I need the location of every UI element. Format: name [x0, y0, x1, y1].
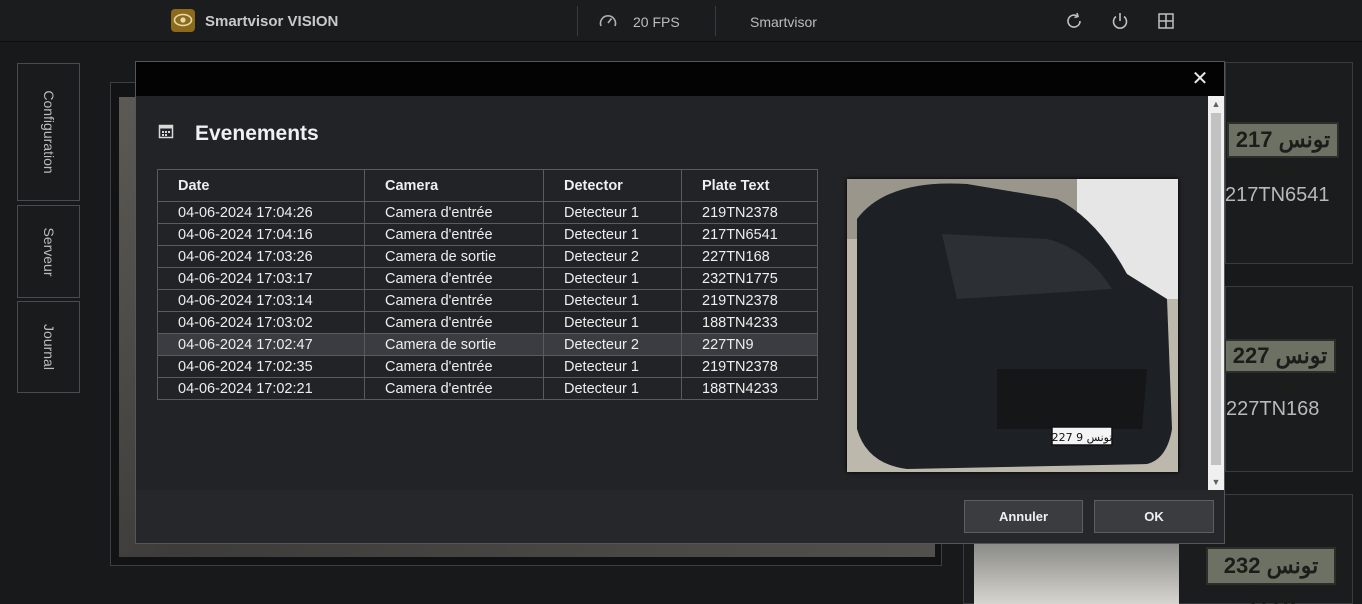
table-row[interactable]: 04-06-2024 17:02:47 Camera de sortie Detec…	[157, 333, 818, 356]
cell-date: 04-06-2024 17:04:26	[157, 201, 365, 224]
vehicle-snapshot: 227 تونس 9	[847, 179, 1178, 472]
cell-camera: Camera d'entrée	[364, 289, 544, 312]
detection-card[interactable]: 217 تونس 6541 217TN6541	[1225, 62, 1353, 264]
cell-plate-text: 227TN168	[681, 245, 818, 268]
table-row[interactable]: 04-06-2024 17:04:26 Camera d'entrée Detect…	[157, 201, 818, 224]
table-row[interactable]: 04-06-2024 17:04:16 Camera d'entrée Detect…	[157, 223, 818, 246]
column-header-date[interactable]: Date	[157, 169, 365, 202]
cell-plate-text: 227TN9	[681, 333, 818, 356]
cell-date: 04-06-2024 17:03:02	[157, 311, 365, 334]
column-header-camera[interactable]: Camera	[364, 169, 544, 202]
cell-camera: Camera d'entrée	[364, 377, 544, 400]
cell-detector: Detecteur 1	[543, 289, 682, 312]
cell-date: 04-06-2024 17:02:21	[157, 377, 365, 400]
cell-detector: Detecteur 2	[543, 245, 682, 268]
plate-image: 232 تونس 1775	[1206, 547, 1336, 604]
server-name: Smartvisor	[750, 14, 817, 30]
cell-detector: Detecteur 1	[543, 201, 682, 224]
nav-label: Journal	[40, 324, 57, 370]
cell-detector: Detecteur 1	[543, 311, 682, 334]
cell-plate-text: 188TN4233	[681, 311, 818, 334]
cell-date: 04-06-2024 17:04:16	[157, 223, 365, 246]
nav-journal[interactable]: Journal	[17, 301, 80, 393]
divider	[715, 6, 716, 36]
table-row[interactable]: 04-06-2024 17:02:35 Camera d'entrée Detect…	[157, 355, 818, 378]
cell-plate-text: 219TN2378	[681, 201, 818, 224]
cell-date: 04-06-2024 17:03:17	[157, 267, 365, 290]
grid-layout-icon[interactable]	[1156, 11, 1176, 31]
vehicle-plate-text: 227 تونس 9	[1052, 431, 1113, 444]
cell-date: 04-06-2024 17:03:26	[157, 245, 365, 268]
cancel-button[interactable]: Annuler	[964, 500, 1083, 533]
cell-camera: Camera de sortie	[364, 245, 544, 268]
scroll-thumb[interactable]	[1211, 113, 1221, 465]
column-header-plate-text[interactable]: Plate Text	[681, 169, 818, 202]
cell-date: 04-06-2024 17:02:35	[157, 355, 365, 378]
nav-label: Serveur	[40, 226, 57, 277]
table-row[interactable]: 04-06-2024 17:03:02 Camera d'entrée Detect…	[157, 311, 818, 334]
eye-logo-icon	[171, 9, 195, 32]
table-row[interactable]: 04-06-2024 17:03:26 Camera de sortie Detec…	[157, 245, 818, 268]
dialog-titlebar: ✕	[136, 62, 1224, 96]
table-row[interactable]: 04-06-2024 17:03:14 Camera d'entrée Detect…	[157, 289, 818, 312]
dialog-title: Evenements	[195, 122, 319, 145]
plate-image: 227 تونس 168	[1224, 339, 1336, 398]
cell-camera: Camera de sortie	[364, 333, 544, 356]
scroll-down-arrow[interactable]: ▼	[1208, 474, 1224, 490]
app-window: Smartvisor VISION 20 FPS Smartvisor Conf…	[0, 0, 1362, 604]
fps-readout: 20 FPS	[633, 14, 680, 30]
cell-date: 04-06-2024 17:02:47	[157, 333, 365, 356]
ok-button[interactable]: OK	[1094, 500, 1214, 533]
dialog-footer: Annuler OK	[136, 490, 1224, 543]
detection-card[interactable]: 227 تونس 168 227TN168	[1224, 286, 1353, 472]
vertical-scrollbar[interactable]: ▲ ▼	[1208, 96, 1224, 490]
dialog-body: Evenements Date Camera Detector Plate Te…	[136, 96, 1208, 490]
events-table: Date Camera Detector Plate Text 04-06-20…	[157, 169, 818, 400]
speedometer-icon	[598, 12, 618, 35]
cell-camera: Camera d'entrée	[364, 201, 544, 224]
nav-configuration[interactable]: Configuration	[17, 63, 80, 201]
cell-plate-text: 217TN6541	[681, 223, 818, 246]
column-header-detector[interactable]: Detector	[543, 169, 682, 202]
app-title: Smartvisor VISION	[205, 13, 339, 30]
plate-text: 227TN168	[1226, 398, 1320, 420]
table-row[interactable]: 04-06-2024 17:02:21 Camera d'entrée Detect…	[157, 377, 818, 400]
cell-camera: Camera d'entrée	[364, 223, 544, 246]
cell-camera: Camera d'entrée	[364, 267, 544, 290]
cell-plate-text: 188TN4233	[681, 377, 818, 400]
cell-camera: Camera d'entrée	[364, 355, 544, 378]
cell-plate-text: 219TN2378	[681, 355, 818, 378]
cell-camera: Camera d'entrée	[364, 311, 544, 334]
cell-plate-text: 232TN1775	[681, 267, 818, 290]
events-dialog: ✕ Evenements Date Camera Detector Plate …	[135, 61, 1225, 544]
power-icon[interactable]	[1110, 11, 1130, 31]
cell-detector: Detecteur 1	[543, 267, 682, 290]
nav-label: Configuration	[40, 90, 57, 174]
plate-image: 217 تونس 6541	[1227, 122, 1339, 184]
close-icon[interactable]: ✕	[1190, 69, 1210, 89]
cell-plate-text: 219TN2378	[681, 289, 818, 312]
refresh-icon[interactable]	[1064, 11, 1084, 31]
divider	[577, 6, 578, 36]
top-bar: Smartvisor VISION 20 FPS Smartvisor	[0, 0, 1362, 42]
plate-text: 217TN6541	[1225, 184, 1330, 206]
cell-detector: Detecteur 2	[543, 333, 682, 356]
cell-date: 04-06-2024 17:03:14	[157, 289, 365, 312]
cell-detector: Detecteur 1	[543, 377, 682, 400]
table-header-row: Date Camera Detector Plate Text	[157, 169, 818, 202]
cell-detector: Detecteur 1	[543, 355, 682, 378]
scroll-up-arrow[interactable]: ▲	[1208, 96, 1224, 112]
vehicle-thumbnail	[974, 543, 1179, 604]
table-row[interactable]: 04-06-2024 17:03:17 Camera d'entrée Detect…	[157, 267, 818, 290]
cell-detector: Detecteur 1	[543, 223, 682, 246]
calendar-icon	[158, 123, 174, 144]
nav-serveur[interactable]: Serveur	[17, 205, 80, 298]
